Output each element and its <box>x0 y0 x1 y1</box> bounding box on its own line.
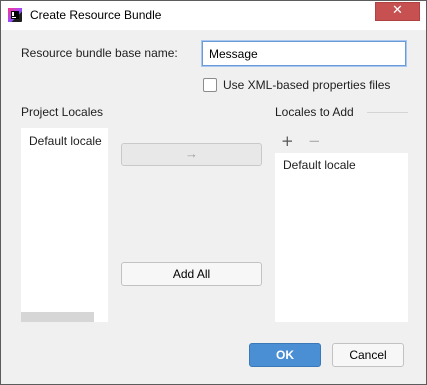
base-name-input[interactable] <box>202 41 406 66</box>
project-locales-list[interactable]: Default locale <box>21 128 108 322</box>
locales-to-add-list[interactable]: Default locale <box>275 153 408 322</box>
intellij-app-icon <box>8 8 22 22</box>
xml-properties-label[interactable]: Use XML-based properties files <box>223 78 390 92</box>
close-button[interactable]: ✕ <box>375 2 420 21</box>
arrow-right-icon: → <box>185 146 198 161</box>
add-icon[interactable]: + <box>281 134 294 149</box>
close-icon: ✕ <box>392 3 403 18</box>
project-locales-scrollbar[interactable] <box>21 312 94 322</box>
cancel-label: Cancel <box>349 348 387 362</box>
create-resource-bundle-dialog: Create Resource Bundle ✕ Resource bundle… <box>0 0 427 385</box>
add-all-label: Add All <box>172 267 211 281</box>
base-name-label: Resource bundle base name: <box>21 46 178 60</box>
remove-icon[interactable]: − <box>308 134 321 149</box>
locales-to-add-title: Locales to Add <box>275 105 354 119</box>
cancel-button[interactable]: Cancel <box>332 343 404 367</box>
add-all-button[interactable]: Add All <box>121 262 262 286</box>
move-right-button[interactable]: → <box>121 143 262 166</box>
title-bar[interactable]: Create Resource Bundle ✕ <box>1 1 426 30</box>
project-locale-item[interactable]: Default locale <box>29 134 102 148</box>
dialog-title: Create Resource Bundle <box>30 8 162 22</box>
locale-to-add-item[interactable]: Default locale <box>283 158 356 172</box>
ok-label: OK <box>276 348 294 362</box>
locales-to-add-separator <box>367 112 408 113</box>
project-locales-title: Project Locales <box>21 105 104 119</box>
ok-button[interactable]: OK <box>249 343 321 367</box>
xml-properties-checkbox[interactable] <box>203 78 217 92</box>
